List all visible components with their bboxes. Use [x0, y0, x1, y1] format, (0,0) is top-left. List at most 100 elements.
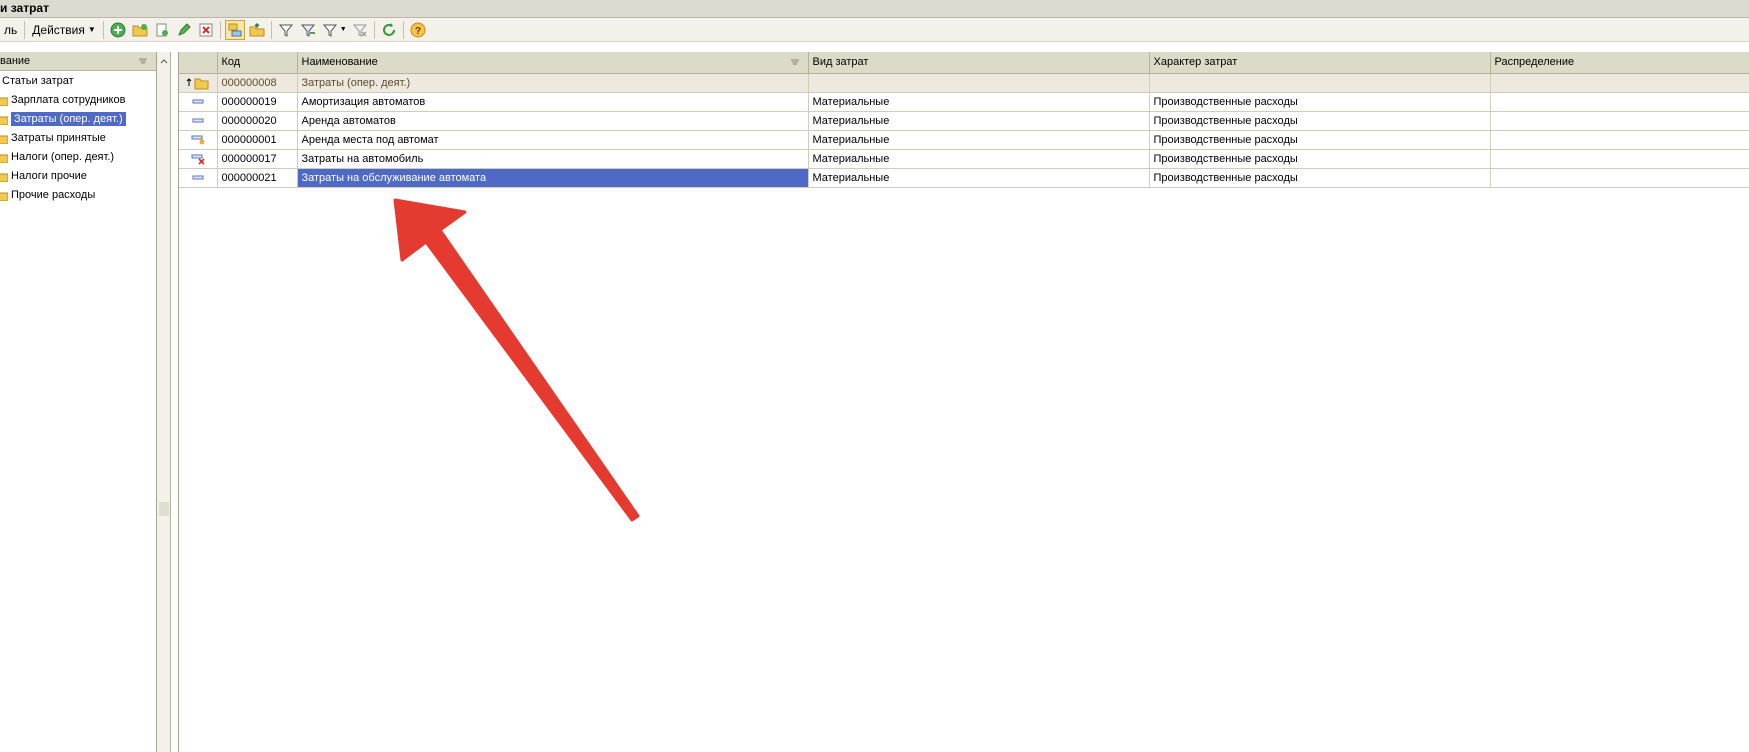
add-folder-icon	[132, 23, 148, 36]
folder-icon	[0, 115, 8, 125]
chevron-down-icon: ▼	[87, 25, 96, 34]
row-icon-cell	[179, 149, 218, 169]
table-cell-code: 000000021	[217, 168, 298, 188]
folder-icon	[0, 96, 8, 106]
filter-by-value-button[interactable]	[298, 20, 318, 40]
delete-icon	[199, 23, 213, 36]
table-cell-kind: Материальные	[808, 168, 1150, 188]
toolbar-separator	[24, 20, 26, 39]
toolbar-separator	[373, 20, 375, 39]
column-header-nature[interactable]: Характер затрат	[1149, 52, 1491, 74]
row-icon-cell	[179, 92, 218, 112]
chevron-down-icon[interactable]: ▼	[340, 26, 347, 33]
table-cell-name: Аренда места под автомат	[297, 130, 809, 150]
table-row[interactable]: 000000017 Затраты на автомобиль Материальн…	[179, 149, 1749, 169]
tree-item-root[interactable]: Статьи затрат	[0, 71, 156, 90]
tree-item-label: Зарплата сотрудников	[11, 93, 126, 106]
filter-history-button[interactable]	[320, 20, 340, 40]
add-icon	[110, 22, 126, 37]
table-cell-nature: Производственные расходы	[1149, 130, 1491, 150]
column-header-icon	[179, 52, 218, 74]
chevron-up-icon[interactable]	[159, 56, 169, 66]
tree-item[interactable]: Зарплата сотрудников	[0, 90, 156, 109]
tree-item[interactable]: Затраты (опер. деят.)	[0, 109, 156, 128]
table-cell-distribution	[1490, 168, 1749, 188]
folder-icon	[0, 153, 8, 163]
edit-button[interactable]	[174, 20, 194, 40]
table-cell-code: 000000017	[217, 149, 298, 169]
splitter-grip[interactable]	[159, 502, 169, 516]
table-row-parent-group[interactable]: 000000008 Затраты (опер. деят.)	[179, 73, 1749, 93]
row-icon-cell	[179, 111, 218, 131]
table-row[interactable]: 000000001 Аренда места под автомат Материа…	[179, 130, 1749, 150]
table-cell-kind: Материальные	[808, 149, 1150, 169]
move-to-group-button[interactable]	[247, 20, 267, 40]
table-cell-code: 000000001	[217, 130, 298, 150]
tree-item[interactable]: Налоги (опер. деят.)	[0, 147, 156, 166]
parent-group-icon-cell	[179, 73, 218, 93]
tree-item-label: Налоги прочие	[11, 169, 87, 182]
toolbar-separator	[402, 20, 404, 39]
table-cell-name: Затраты на обслуживание автомата	[297, 168, 809, 188]
table-cell-nature: Производственные расходы	[1149, 149, 1491, 169]
tree-item[interactable]: Налоги прочие	[0, 166, 156, 185]
table-cell-code: 000000019	[217, 92, 298, 112]
filter-button[interactable]	[276, 20, 296, 40]
table-cell-nature: Производственные расходы	[1149, 111, 1491, 131]
table-cell-distribution	[1490, 149, 1749, 169]
tree-item-label: Затраты (опер. деят.)	[11, 111, 126, 126]
table-cell-name: Затраты (опер. деят.)	[297, 73, 809, 93]
hierarchy-view-button[interactable]	[224, 19, 245, 40]
copy-button[interactable]	[152, 20, 172, 40]
toolbar-left-label[interactable]: ль	[0, 20, 21, 40]
row-icon-cell	[179, 168, 218, 188]
actions-menu-button[interactable]: Действия ▼	[28, 20, 100, 40]
table-cell-code: 000000008	[217, 73, 298, 93]
filter-value-icon	[300, 24, 315, 37]
table-cell-kind	[808, 73, 1150, 93]
table-cell-distribution	[1490, 73, 1749, 93]
column-header-name[interactable]: Наименование	[297, 52, 809, 74]
filter-icon	[278, 24, 293, 37]
clear-filter-icon	[352, 24, 367, 37]
table-cell-nature	[1149, 73, 1491, 93]
folder-icon	[0, 191, 8, 201]
refresh-icon	[382, 22, 395, 36]
item-icon	[191, 96, 205, 108]
clear-filter-button[interactable]	[350, 20, 370, 40]
tree-item-label: Статьи затрат	[2, 74, 74, 87]
folder-icon	[0, 172, 8, 182]
table-cell-distribution	[1490, 130, 1749, 150]
actions-menu-label: Действия	[32, 22, 85, 37]
group-tree: вание Статьи затрат Зарплата сотрудников…	[0, 52, 157, 752]
add-button[interactable]	[108, 20, 128, 40]
column-header-distribution[interactable]: Распределение	[1490, 52, 1749, 74]
table-cell-kind: Материальные	[808, 92, 1150, 112]
delete-button[interactable]	[196, 20, 216, 40]
folder-icon	[0, 134, 8, 144]
column-header-kind[interactable]: Вид затрат	[808, 52, 1150, 74]
table-cell-name: Затраты на автомобиль	[297, 149, 809, 169]
tree-item[interactable]: Прочие расходы	[0, 185, 156, 204]
table-row[interactable]: 000000019 Амортизация автоматов Материальн…	[179, 92, 1749, 112]
tree-column-header[interactable]: вание	[0, 52, 156, 71]
add-group-button[interactable]	[130, 20, 150, 40]
sort-icon	[139, 58, 147, 64]
table-cell-kind: Материальные	[808, 111, 1150, 131]
hierarchy-icon	[228, 23, 242, 36]
help-icon: ?	[410, 22, 426, 37]
table-row[interactable]: 000000021 Затраты на обслуживание автомат…	[179, 168, 1749, 188]
tree-item-label: Налоги (опер. деят.)	[11, 150, 115, 163]
help-button[interactable]: ?	[408, 20, 428, 40]
table-row[interactable]: 000000020 Аренда автоматов Материальные Про…	[179, 111, 1749, 131]
refresh-button[interactable]	[379, 20, 399, 40]
toolbar-separator	[219, 20, 221, 39]
table-cell-nature: Производственные расходы	[1149, 92, 1491, 112]
toolbar-separator	[270, 20, 272, 39]
pane-splitter[interactable]	[157, 52, 171, 752]
tree-item-label: Прочие расходы	[11, 188, 96, 201]
tree-item[interactable]: Затраты принятые	[0, 128, 156, 147]
items-table: Код Наименование Вид затрат Характер зат…	[178, 52, 1749, 752]
toolbar: ль Действия ▼ ▼ ?	[0, 18, 1749, 42]
column-header-code[interactable]: Код	[217, 52, 298, 74]
